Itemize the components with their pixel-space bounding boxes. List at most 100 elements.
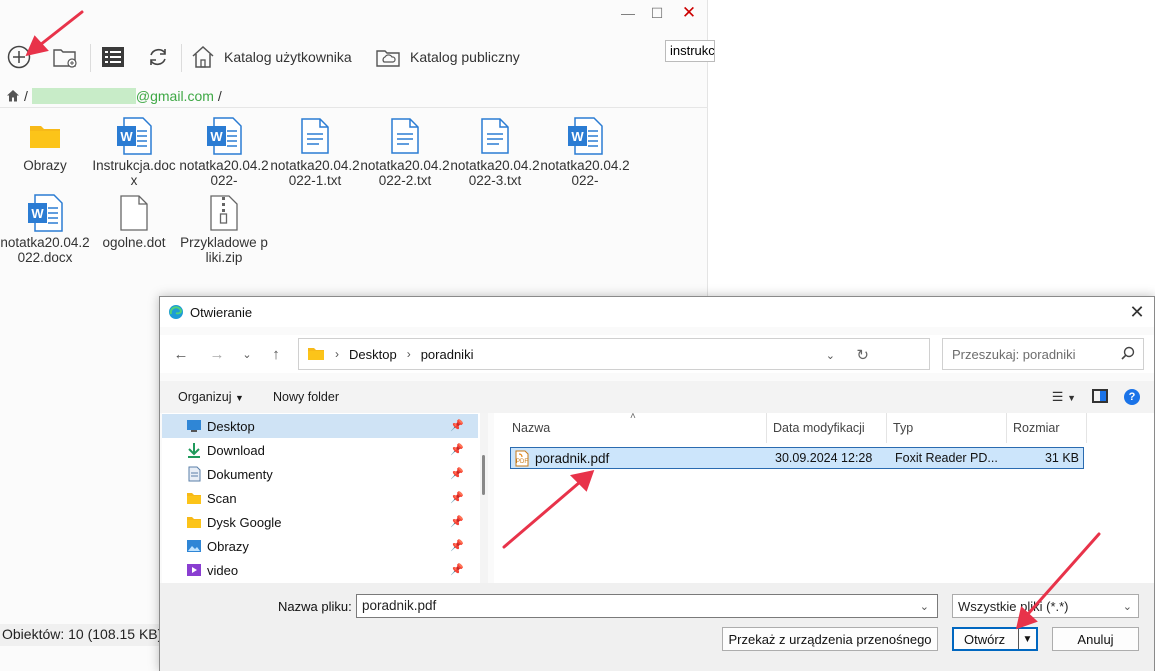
folder-icon <box>186 490 202 506</box>
column-header-name[interactable]: Nazwa <box>512 421 550 435</box>
open-split-dropdown[interactable]: ▼ <box>1018 629 1036 649</box>
file-item[interactable]: ogolne.dot <box>89 193 179 250</box>
dialog-search-input[interactable]: Przeszukaj: poradniki <box>942 338 1144 370</box>
file-item[interactable]: notatka20.04.2022-3.txt <box>450 116 540 188</box>
dialog-close-button[interactable]: ✕ <box>1124 299 1150 325</box>
nav-item-video[interactable]: video 📌 <box>162 558 478 582</box>
file-item[interactable]: W notatka20.04.2022.docx <box>0 193 90 265</box>
help-icon[interactable]: ? <box>1124 389 1140 405</box>
nav-scrollbar[interactable] <box>480 413 488 583</box>
table-row[interactable]: PDF poradnik.pdf 30.09.2024 12:28 Foxit … <box>510 447 1084 469</box>
nav-item-scan[interactable]: Scan 📌 <box>162 486 478 510</box>
svg-text:W: W <box>31 206 44 221</box>
file-name: Obrazy <box>23 158 67 173</box>
caret-down-icon: ▼ <box>234 393 244 403</box>
file-item[interactable]: Przykladowe pliki.zip <box>179 193 269 265</box>
file-item[interactable]: W notatka20.04.2022- <box>540 116 630 188</box>
file-row-size: 31 KB <box>1044 451 1079 465</box>
chevron-down-icon[interactable]: ⌄ <box>920 600 929 613</box>
nav-item-documents[interactable]: Dokumenty 📌 <box>162 462 478 486</box>
home-icon <box>192 45 214 68</box>
new-folder-button[interactable]: Nowy folder <box>273 390 339 404</box>
recent-locations-button[interactable]: ⌄ <box>236 343 258 365</box>
nav-item-label: video <box>207 562 239 578</box>
column-divider <box>1006 413 1007 443</box>
address-crumb-poradniki[interactable]: poradniki <box>421 347 474 362</box>
new-folder-icon <box>53 49 77 68</box>
pin-icon[interactable]: 📌 <box>450 491 464 504</box>
chevron-down-icon[interactable]: ⌄ <box>826 349 835 362</box>
pin-icon[interactable]: 📌 <box>450 515 464 528</box>
file-item[interactable]: Obrazy <box>0 116 90 173</box>
filename-label: Nazwa pliku: <box>278 599 352 614</box>
word-doc-icon: W <box>565 116 605 156</box>
user-catalog-button[interactable]: Katalog użytkownika <box>190 40 352 74</box>
close-icon[interactable]: ✕ <box>675 2 703 24</box>
nav-item-pictures[interactable]: Obrazy 📌 <box>162 534 478 558</box>
screen: — ☐ ✕ Katalog użytkownika Katalog public… <box>0 0 1155 671</box>
zip-file-icon <box>204 193 244 233</box>
minimize-icon[interactable]: — <box>614 2 642 24</box>
sort-caret-icon: ˄ <box>630 411 636 422</box>
file-item[interactable]: notatka20.04.2022-2.txt <box>360 116 450 188</box>
view-toggle-button[interactable] <box>98 40 128 74</box>
view-options-icon[interactable]: ☰ ▼ <box>1052 389 1076 405</box>
up-button[interactable]: ↑ <box>265 343 287 365</box>
nav-item-desktop[interactable]: Desktop 📌 <box>162 414 478 438</box>
pin-icon[interactable]: 📌 <box>450 539 464 552</box>
maximize-icon[interactable]: ☐ <box>643 2 671 24</box>
word-doc-icon: W <box>25 193 65 233</box>
forward-button[interactable]: → <box>206 343 228 365</box>
portable-device-button[interactable]: Przekaż z urządzenia przenośnego <box>722 627 938 651</box>
nav-item-download[interactable]: Download 📌 <box>162 438 478 462</box>
text-file-icon <box>475 116 515 156</box>
filename-value: poradnik.pdf <box>362 598 437 613</box>
refresh-icon[interactable]: ↻ <box>856 346 869 364</box>
file-search-input[interactable]: instrukcja <box>665 40 715 62</box>
file-name: notatka20.04.2022- <box>540 158 630 188</box>
chevron-right-icon: › <box>406 347 411 361</box>
pin-icon[interactable]: 📌 <box>450 443 464 456</box>
pin-icon[interactable]: 📌 <box>450 467 464 480</box>
pin-icon[interactable]: 📌 <box>450 563 464 576</box>
add-button[interactable] <box>4 40 34 74</box>
nav-item-label: Dysk Google <box>207 514 282 530</box>
cancel-button[interactable]: Anuluj <box>1052 627 1139 651</box>
pin-icon[interactable]: 📌 <box>450 419 464 432</box>
search-icon <box>1121 346 1135 360</box>
pictures-icon <box>186 538 202 554</box>
scrollbar-thumb[interactable] <box>482 455 485 495</box>
preview-pane-icon[interactable] <box>1092 389 1108 403</box>
column-header-date[interactable]: Data modyfikacji <box>773 421 865 435</box>
file-item[interactable]: notatka20.04.2022-1.txt <box>270 116 360 188</box>
back-button[interactable]: ← <box>170 343 192 365</box>
nav-item-label: Download <box>207 442 265 458</box>
column-divider <box>766 413 767 443</box>
column-header-size[interactable]: Rozmiar <box>1013 421 1060 435</box>
refresh-button[interactable] <box>143 40 173 74</box>
filename-input[interactable]: poradnik.pdf ⌄ <box>356 594 938 618</box>
file-item[interactable]: W notatka20.04.2022- <box>179 116 269 188</box>
public-catalog-button[interactable]: Katalog publiczny <box>374 40 520 74</box>
new-folder-button[interactable] <box>50 40 80 74</box>
file-row-type: Foxit Reader PD... <box>895 451 998 465</box>
chevron-right-icon: › <box>335 347 339 361</box>
address-bar[interactable]: › Desktop › poradniki ⌄ ↻ <box>298 338 930 370</box>
file-item[interactable]: W Instrukcja.docx <box>89 116 179 188</box>
folder-icon <box>308 348 324 360</box>
column-header-type[interactable]: Typ <box>893 421 913 435</box>
file-type-value: Wszystkie pliki (*.*) <box>958 599 1069 614</box>
home-icon[interactable] <box>6 89 20 102</box>
path-email-domain[interactable]: @gmail.com <box>136 88 214 104</box>
file-type-select[interactable]: Wszystkie pliki (*.*) ⌄ <box>952 594 1139 618</box>
list-view-icon <box>102 47 124 67</box>
breadcrumb: / @gmail.com / <box>0 84 708 108</box>
edge-browser-icon <box>169 305 183 319</box>
svg-text:PDF: PDF <box>516 459 528 465</box>
nav-item-google-drive[interactable]: Dysk Google 📌 <box>162 510 478 534</box>
pdf-file-icon: PDF <box>515 450 529 466</box>
open-button[interactable]: Otwórz ▼ <box>952 627 1038 651</box>
public-catalog-label: Katalog publiczny <box>410 49 520 65</box>
organize-menu[interactable]: Organizuj ▼ <box>178 390 244 404</box>
address-crumb-desktop[interactable]: Desktop <box>349 347 397 362</box>
